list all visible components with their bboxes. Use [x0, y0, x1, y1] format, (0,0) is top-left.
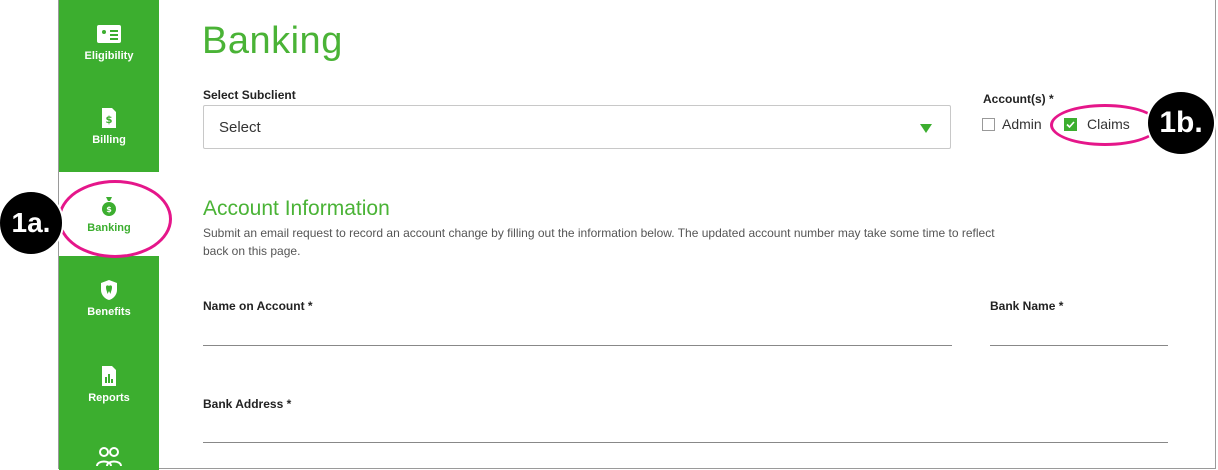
highlight-ring-banking [58, 180, 172, 258]
sidebar-item-label: Billing [92, 134, 126, 146]
id-card-icon [97, 25, 121, 43]
bank-name-label: Bank Name * [990, 299, 1064, 313]
bank-name-input[interactable] [990, 345, 1168, 346]
sidebar-item-label: Reports [88, 392, 130, 404]
bank-address-input[interactable] [203, 442, 1168, 443]
sidebar-item-label: Benefits [87, 306, 131, 318]
name-on-account-input[interactable] [203, 345, 952, 346]
subclient-label: Select Subclient [203, 88, 296, 102]
sidebar-item-eligibility[interactable]: Eligibility [59, 0, 159, 84]
admin-checkbox-label: Admin [1002, 116, 1042, 132]
sidebar-item-reports[interactable]: Reports [59, 344, 159, 428]
users-icon [96, 447, 122, 467]
account-info-description: Submit an email request to record an acc… [203, 226, 995, 258]
account-info-title: Account Information [203, 197, 390, 220]
sidebar-item-label: Eligibility [84, 50, 134, 62]
sidebar-item-billing[interactable]: $ Billing [59, 86, 159, 170]
subclient-select-value: Select [219, 119, 261, 136]
callout-badge-1b: 1b. [1146, 90, 1216, 156]
callout-badge-1a: 1a. [0, 190, 64, 256]
sidebar-item-users[interactable] [59, 430, 159, 470]
chevron-down-icon [920, 124, 932, 133]
page-title: Banking [202, 20, 343, 62]
tooth-shield-icon [101, 280, 117, 300]
svg-text:$: $ [106, 115, 113, 126]
name-on-account-label: Name on Account * [203, 299, 313, 313]
bank-address-label: Bank Address * [203, 397, 292, 411]
accounts-label: Account(s) * [983, 92, 1054, 106]
highlight-ring-claims [1050, 104, 1160, 146]
dollar-document-icon: $ [102, 108, 116, 128]
report-icon [102, 366, 116, 386]
sidebar-item-benefits[interactable]: Benefits [59, 258, 159, 342]
admin-checkbox[interactable] [982, 118, 995, 131]
subclient-select[interactable]: Select [203, 105, 951, 149]
